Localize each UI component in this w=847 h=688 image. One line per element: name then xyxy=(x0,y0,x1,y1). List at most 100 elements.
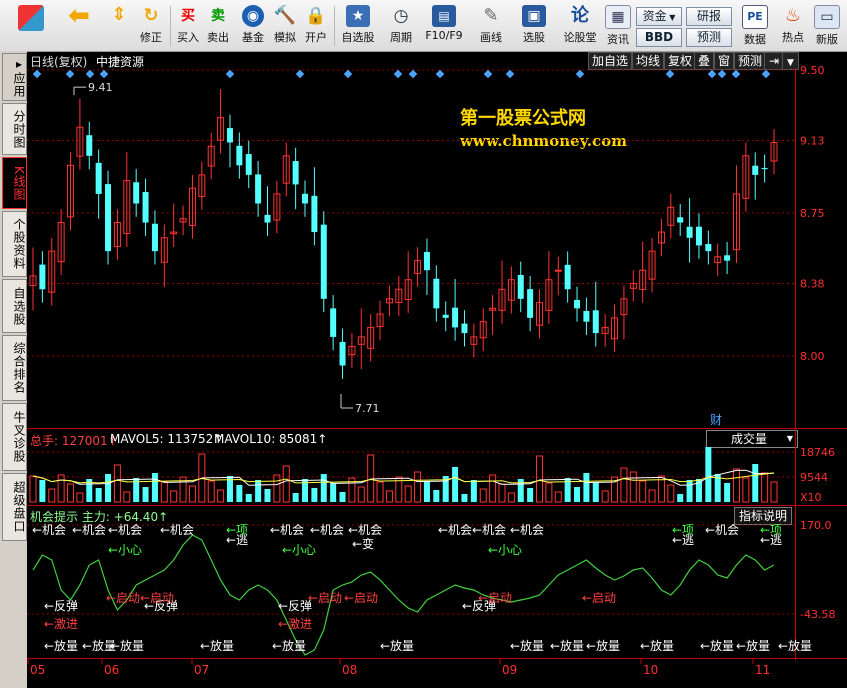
volume-bar-up xyxy=(536,455,544,503)
info-diamond-icon xyxy=(483,69,493,79)
price-axis-label: 8.38 xyxy=(800,278,825,291)
volume-bar-up xyxy=(160,481,168,503)
volume-bar-up xyxy=(404,485,412,503)
volume-bar-down xyxy=(752,464,759,502)
volume-bar-up xyxy=(385,490,393,503)
signal-escape: ←逃 xyxy=(760,533,782,547)
info-diamond-icon xyxy=(707,69,717,79)
volume-bar-up xyxy=(479,488,487,503)
signal-escape: ←逃 xyxy=(226,533,248,547)
candle-body-down xyxy=(583,310,590,322)
volume-bar-up xyxy=(217,489,225,503)
info-diamond-icon xyxy=(505,69,515,79)
signal-opportunity: ←机会 xyxy=(270,523,304,537)
volume-bar-up xyxy=(742,477,750,503)
volume-bar-up xyxy=(489,474,497,503)
candle-body-down xyxy=(255,174,262,204)
signal-opportunity: ←机会 xyxy=(705,523,739,537)
x-axis-label: 09 xyxy=(502,663,517,677)
signal-launch: ←启动 xyxy=(478,591,512,605)
signal-labels: ←机会 ←机会 ←机会 ←机会 ←机会 ←机会 ←机会 ←机会 ←机会 ←机会 ←机会←项←逃←项←… xyxy=(32,523,812,653)
volume-bar-down xyxy=(574,487,581,502)
volume-bar-down xyxy=(339,492,346,502)
volume-bar-up xyxy=(273,474,281,503)
volume-bar-up xyxy=(770,481,778,503)
signal-launch: ←启动 xyxy=(106,591,140,605)
candle-body-down xyxy=(86,135,93,156)
volume-bar-up xyxy=(123,491,131,503)
info-diamond-icon xyxy=(65,69,75,79)
candle-body-down xyxy=(226,128,233,143)
signal-opportunity: ←机会 xyxy=(472,523,506,537)
signal-launch: ←启动 xyxy=(308,591,342,605)
candle-body-down xyxy=(442,314,449,318)
candle-body-down xyxy=(311,195,318,233)
signal-volume-surge: ←放量 xyxy=(272,638,306,653)
volume-bar-up xyxy=(376,481,384,503)
volume-bar-up xyxy=(57,474,65,503)
volume-bar-down xyxy=(461,494,468,502)
signal-opportunity: ←机会 xyxy=(348,523,382,537)
volume-bar-down xyxy=(95,488,102,502)
volume-bar-down xyxy=(423,481,430,502)
candle-body-down xyxy=(705,244,712,252)
volume-bar-up xyxy=(732,468,740,503)
candle-body-down xyxy=(564,264,571,290)
indicator-axis-label: 170.0 xyxy=(800,519,832,532)
signal-change: ←变 xyxy=(352,536,374,551)
kline-chart[interactable]: 9.417.71财 ←机会 ←机会 ←机会 ←机会 ←机会 ←机会 ←机会 ←机会 ←机会 ←机会… xyxy=(0,0,847,688)
signal-volume-surge: ←放量 xyxy=(640,638,674,653)
volume-axis-label: 18746 xyxy=(800,446,835,459)
volume-bar-down xyxy=(151,473,158,502)
x-axis-label: 08 xyxy=(342,663,357,677)
signal-volume-surge: ←放量 xyxy=(380,638,414,653)
info-markers[interactable] xyxy=(32,69,771,79)
volume-bar-down xyxy=(527,488,534,502)
candle-body-down xyxy=(142,192,149,223)
candle-body-down xyxy=(433,278,440,309)
volume-bar-up xyxy=(113,464,121,503)
candle-body-down xyxy=(423,252,430,271)
indicator-axis-label: -43.58 xyxy=(800,608,835,621)
volume-bar-down xyxy=(583,473,590,502)
x-axis-label: 07 xyxy=(194,663,209,677)
signal-opportunity: ←机会 xyxy=(438,523,472,537)
candle-body-down xyxy=(105,184,112,252)
volume-bar-up xyxy=(48,488,56,503)
volume-bar-down xyxy=(245,494,252,502)
signal-opportunity: ←机会 xyxy=(108,523,142,537)
volume-bar-up xyxy=(601,490,609,503)
candle-body-down xyxy=(517,274,524,299)
candles: 9.41 7.71 财 xyxy=(29,81,778,427)
signal-launch: ←启动 xyxy=(582,591,616,605)
high-price-label: 9.41 xyxy=(88,81,113,94)
candle-body-down xyxy=(677,217,684,223)
volume-bar-up xyxy=(667,484,675,503)
volume-axis-label: 9544 xyxy=(800,471,828,484)
signal-volume-surge: ←放量 xyxy=(550,638,584,653)
signal-caution: ←小心 xyxy=(108,543,142,557)
info-diamond-icon xyxy=(32,69,42,79)
x-axis-label: 10 xyxy=(643,663,658,677)
candle-body-down xyxy=(330,308,337,337)
signal-volume-surge: ←放量 xyxy=(586,638,620,653)
price-axis-label: 8.75 xyxy=(800,207,825,220)
signal-volume-surge: ←放量 xyxy=(200,638,234,653)
volume-bar-down xyxy=(292,493,299,502)
volume-bar-up xyxy=(188,485,196,503)
volume-bar-up xyxy=(554,491,562,503)
volume-bar-down xyxy=(686,480,693,502)
signal-opportunity: ←机会 xyxy=(32,523,66,537)
signal-aggressive: ←激进 xyxy=(44,617,78,631)
volume-bar-up xyxy=(498,483,506,503)
x-axis-label: 06 xyxy=(104,663,119,677)
candle-body-down xyxy=(95,162,102,194)
candle-body-down xyxy=(236,145,243,166)
volume-bar-up xyxy=(545,482,553,503)
price-axis-label: 9.50 xyxy=(800,64,825,77)
signal-launch: ←启动 xyxy=(140,591,174,605)
low-price-label: 7.71 xyxy=(355,402,380,415)
signal-volume-surge: ←放量 xyxy=(44,638,78,653)
volume-bar-down xyxy=(39,480,46,502)
candle-body-down xyxy=(264,214,271,223)
